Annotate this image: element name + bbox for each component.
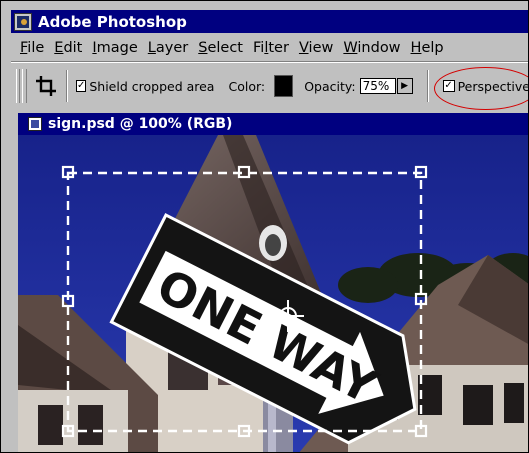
menu-separator	[11, 61, 528, 63]
shield-cropped-label: Shield cropped area	[89, 78, 215, 94]
window-title: Adobe Photoshop	[38, 12, 187, 31]
perspective-label: Perspective	[457, 78, 529, 94]
menu-image[interactable]: Image	[92, 40, 137, 56]
menu-window[interactable]: Window	[343, 40, 400, 56]
document-icon	[28, 117, 42, 131]
opacity-input[interactable]: 75%	[359, 78, 396, 94]
shield-cropped-checkbox[interactable]: ✓	[75, 80, 87, 92]
opacity-control: 75% ▶	[359, 78, 413, 94]
photoshop-window: Adobe Photoshop File Edit Image Layer Se…	[0, 0, 529, 453]
title-bar[interactable]: Adobe Photoshop	[11, 10, 528, 33]
document-title-bar[interactable]: sign.psd @ 100% (RGB)	[18, 113, 528, 135]
color-label: Color:	[228, 78, 266, 94]
options-divider-2	[426, 70, 429, 102]
options-bar-grip-2[interactable]	[22, 69, 27, 103]
menu-file[interactable]: File	[20, 40, 44, 56]
menu-view[interactable]: View	[299, 40, 333, 56]
menu-help[interactable]: Help	[411, 40, 444, 56]
options-bar: ✓ Shield cropped area Color: Opacity: 75…	[11, 64, 529, 108]
menu-edit[interactable]: Edit	[54, 40, 82, 56]
menu-layer[interactable]: Layer	[148, 40, 188, 56]
photoshop-app-icon[interactable]	[14, 12, 32, 31]
menu-filter[interactable]: Filter	[253, 40, 289, 56]
options-divider	[65, 70, 68, 102]
menu-select[interactable]: Select	[198, 40, 243, 56]
crop-tool-icon[interactable]	[35, 71, 58, 101]
perspective-checkbox[interactable]: ✓	[442, 80, 455, 92]
perspective-option[interactable]: ✓ Perspective	[442, 78, 529, 94]
options-bar-grip[interactable]	[16, 69, 21, 103]
photo-sign: ONE WAY	[18, 135, 528, 452]
document-title: sign.psd @ 100% (RGB)	[48, 116, 233, 132]
image-canvas[interactable]: ONE WAY	[18, 135, 528, 452]
shield-color-swatch[interactable]	[274, 75, 294, 97]
opacity-label: Opacity:	[304, 78, 356, 94]
menu-bar: File Edit Image Layer Select Filter View…	[11, 34, 528, 61]
opacity-arrow-icon[interactable]: ▶	[396, 78, 413, 94]
